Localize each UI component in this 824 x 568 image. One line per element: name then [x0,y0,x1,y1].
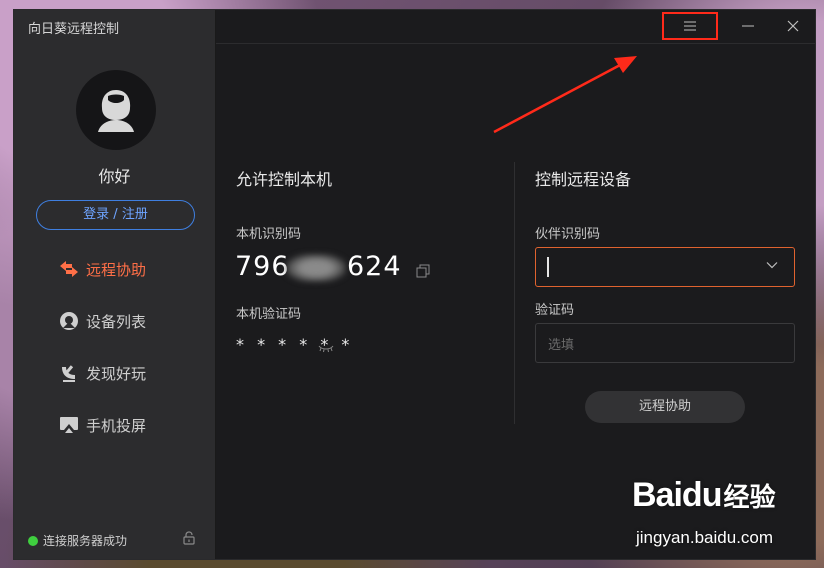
minimize-icon [742,25,754,27]
watermark-cn-text: 经验 [723,483,776,513]
sidebar-item-screen-cast[interactable]: 手机投屏 [58,413,146,437]
greeting-text: 你好 [98,167,131,186]
close-icon [787,20,799,32]
title-bar [216,10,815,44]
connection-status: 连接服务器成功 [28,532,127,549]
verify-code-field[interactable] [535,323,795,364]
eye-closed-icon[interactable] [318,338,334,357]
minimize-button[interactable] [730,12,766,40]
section-divider [514,162,515,424]
lock-icon[interactable] [182,530,196,549]
partner-id-label: 伙伴识别码 [535,227,601,242]
sidebar-item-discover[interactable]: 发现好玩 [58,361,146,385]
remote-assist-button[interactable]: 远程协助 [585,391,745,423]
partner-id-field[interactable] [535,247,795,288]
discover-icon [58,362,80,384]
local-id-suffix: 624 [347,251,402,282]
hamburger-menu-icon [684,21,696,31]
user-avatar-icon [98,90,134,132]
partner-id-input[interactable] [554,248,758,288]
sidebar-item-label: 远程协助 [86,260,147,279]
sidebar-item-device-list[interactable]: 设备列表 [58,309,146,333]
watermark-url: jingyan.baidu.com [636,528,774,547]
id-redaction-blur [286,254,346,282]
text-caret [547,257,549,277]
remote-assist-icon [58,258,80,280]
verify-code-input[interactable] [546,324,790,364]
local-id-label: 本机识别码 [236,227,302,242]
sidebar-item-remote-assist[interactable]: 远程协助 [58,257,146,281]
allow-control-title: 允许控制本机 [236,170,333,189]
remote-control-title: 控制远程设备 [535,170,632,189]
status-text: 连接服务器成功 [43,534,128,548]
login-register-button[interactable]: 登录 / 注册 [36,200,195,230]
status-dot-icon [28,535,38,546]
verify-code-label: 验证码 [535,303,575,318]
local-code-value: * * * * * * [236,335,354,354]
sidebar-item-label: 发现好玩 [86,364,147,383]
baidu-watermark: Baidu经验 [632,476,775,515]
local-id-prefix: 796 [235,251,290,282]
local-code-label: 本机验证码 [236,307,302,322]
sidebar: 向日葵远程控制 你好 登录 / 注册 远程协助 设备列表 发现好玩 手机投屏 连… [14,10,216,559]
sidebar-item-label: 设备列表 [86,312,147,331]
chevron-down-icon[interactable] [766,261,778,269]
screen-cast-icon [58,414,80,436]
copy-icon[interactable] [416,263,430,282]
close-button[interactable] [775,12,811,40]
avatar[interactable] [76,70,156,150]
sidebar-item-label: 手机投屏 [86,416,147,435]
menu-button[interactable] [662,12,718,40]
device-list-icon [58,310,80,332]
app-title: 向日葵远程控制 [28,22,120,37]
watermark-brand: Baidu [632,476,722,514]
